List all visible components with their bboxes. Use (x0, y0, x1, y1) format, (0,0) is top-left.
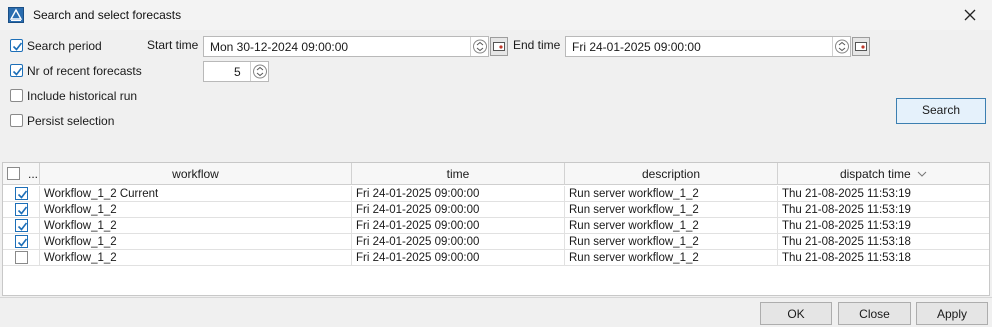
description-cell: Run server workflow_1_2 (565, 202, 778, 218)
column-header-dispatch-time[interactable]: dispatch time (778, 163, 989, 185)
dialog-footer: OK Close Apply (0, 297, 992, 327)
search-button[interactable]: Search (896, 98, 986, 124)
workflow-cell: Workflow_1_2 Current (40, 186, 352, 202)
checkmark-icon (12, 42, 23, 51)
row-select-cell (3, 186, 40, 202)
search-period-label: Search period (27, 39, 102, 53)
row-checkbox[interactable] (15, 187, 28, 200)
end-time-calendar-icon[interactable] (852, 37, 870, 56)
description-cell: Run server workflow_1_2 (565, 218, 778, 234)
recent-forecasts-value: 5 (234, 65, 241, 79)
end-time-spinner-icon[interactable] (832, 37, 850, 56)
historical-run-label: Include historical run (27, 89, 138, 103)
select-all-checkbox[interactable] (7, 167, 20, 180)
column-header-more: ... (28, 167, 39, 181)
row-select-cell (3, 202, 40, 218)
end-time-value: Fri 24-01-2025 09:00:00 (572, 40, 701, 54)
sort-desc-icon (917, 171, 927, 177)
column-header-select[interactable]: ... (3, 163, 40, 185)
table-row[interactable]: Workflow_1_2 Fri 24-01-2025 09:00:00 Run s… (3, 202, 989, 218)
column-header-workflow[interactable]: workflow (40, 163, 352, 185)
description-cell: Run server workflow_1_2 (565, 234, 778, 250)
workflow-cell: Workflow_1_2 (40, 202, 352, 218)
row-select-cell (3, 234, 40, 250)
historical-run-checkbox[interactable] (10, 89, 23, 102)
checkmark-icon (17, 190, 28, 199)
time-cell: Fri 24-01-2025 09:00:00 (352, 218, 565, 234)
dispatch-time-cell: Thu 21-08-2025 11:53:19 (782, 220, 911, 232)
checkmark-icon (17, 238, 28, 247)
description-cell: Run server workflow_1_2 (565, 186, 778, 202)
checkmark-icon (17, 222, 28, 231)
workflow-cell: Workflow_1_2 (40, 250, 352, 266)
time-cell: Fri 24-01-2025 09:00:00 (352, 202, 565, 218)
workflow-cell: Workflow_1_2 (40, 234, 352, 250)
row-select-cell (3, 250, 40, 266)
apply-button[interactable]: Apply (916, 302, 988, 325)
row-checkbox[interactable] (15, 219, 28, 232)
column-header-description[interactable]: description (565, 163, 778, 185)
forecast-app-icon (8, 7, 24, 23)
time-cell: Fri 24-01-2025 09:00:00 (352, 234, 565, 250)
window-title: Search and select forecasts (33, 8, 182, 22)
time-cell: Fri 24-01-2025 09:00:00 (352, 186, 565, 202)
search-period-checkbox[interactable] (10, 39, 23, 52)
start-time-label: Start time (147, 38, 199, 52)
checkmark-icon (17, 206, 28, 215)
start-time-calendar-icon[interactable] (490, 37, 508, 56)
recent-forecasts-checkbox[interactable] (10, 64, 23, 77)
checkmark-icon (12, 67, 23, 76)
persist-selection-label: Persist selection (27, 114, 115, 128)
start-time-input[interactable]: Mon 30-12-2024 09:00:00 (203, 36, 489, 57)
title-bar: Search and select forecasts (0, 0, 992, 30)
table-row[interactable]: Workflow_1_2 Fri 24-01-2025 09:00:00 Run s… (3, 218, 989, 234)
start-time-value: Mon 30-12-2024 09:00:00 (210, 40, 349, 54)
dispatch-time-cell: Thu 21-08-2025 11:53:19 (782, 188, 911, 200)
table-header: ... workflow time description dispatch t… (3, 163, 989, 185)
dispatch-time-cell: Thu 21-08-2025 11:53:18 (782, 252, 911, 264)
row-checkbox[interactable] (15, 203, 28, 216)
table-row[interactable]: Workflow_1_2 Current Fri 24-01-2025 09:00… (3, 186, 989, 202)
column-header-time[interactable]: time (352, 163, 565, 185)
row-checkbox[interactable] (15, 235, 28, 248)
close-button[interactable]: Close (838, 302, 911, 325)
start-time-spinner-icon[interactable] (470, 37, 488, 56)
forecast-table: ... workflow time description dispatch t… (2, 162, 990, 296)
end-time-input[interactable]: Fri 24-01-2025 09:00:00 (565, 36, 851, 57)
ok-button[interactable]: OK (760, 302, 832, 325)
table-row[interactable]: Workflow_1_2 Fri 24-01-2025 09:00:00 Run s… (3, 250, 989, 266)
recent-forecasts-spinner-icon[interactable] (250, 62, 268, 81)
dispatch-time-cell: Thu 21-08-2025 11:53:18 (782, 236, 911, 248)
description-cell: Run server workflow_1_2 (565, 250, 778, 266)
end-time-label: End time (513, 38, 561, 52)
dispatch-time-header-label: dispatch time (839, 167, 911, 181)
time-cell: Fri 24-01-2025 09:00:00 (352, 250, 565, 266)
dispatch-time-cell: Thu 21-08-2025 11:53:19 (782, 204, 911, 216)
persist-selection-checkbox[interactable] (10, 114, 23, 127)
workflow-cell: Workflow_1_2 (40, 218, 352, 234)
recent-forecasts-label: Nr of recent forecasts (27, 64, 142, 78)
close-icon[interactable] (962, 7, 978, 23)
recent-forecasts-input[interactable]: 5 (203, 61, 269, 82)
row-select-cell (3, 218, 40, 234)
table-row[interactable]: Workflow_1_2 Fri 24-01-2025 09:00:00 Run s… (3, 234, 989, 250)
row-checkbox[interactable] (15, 251, 28, 264)
